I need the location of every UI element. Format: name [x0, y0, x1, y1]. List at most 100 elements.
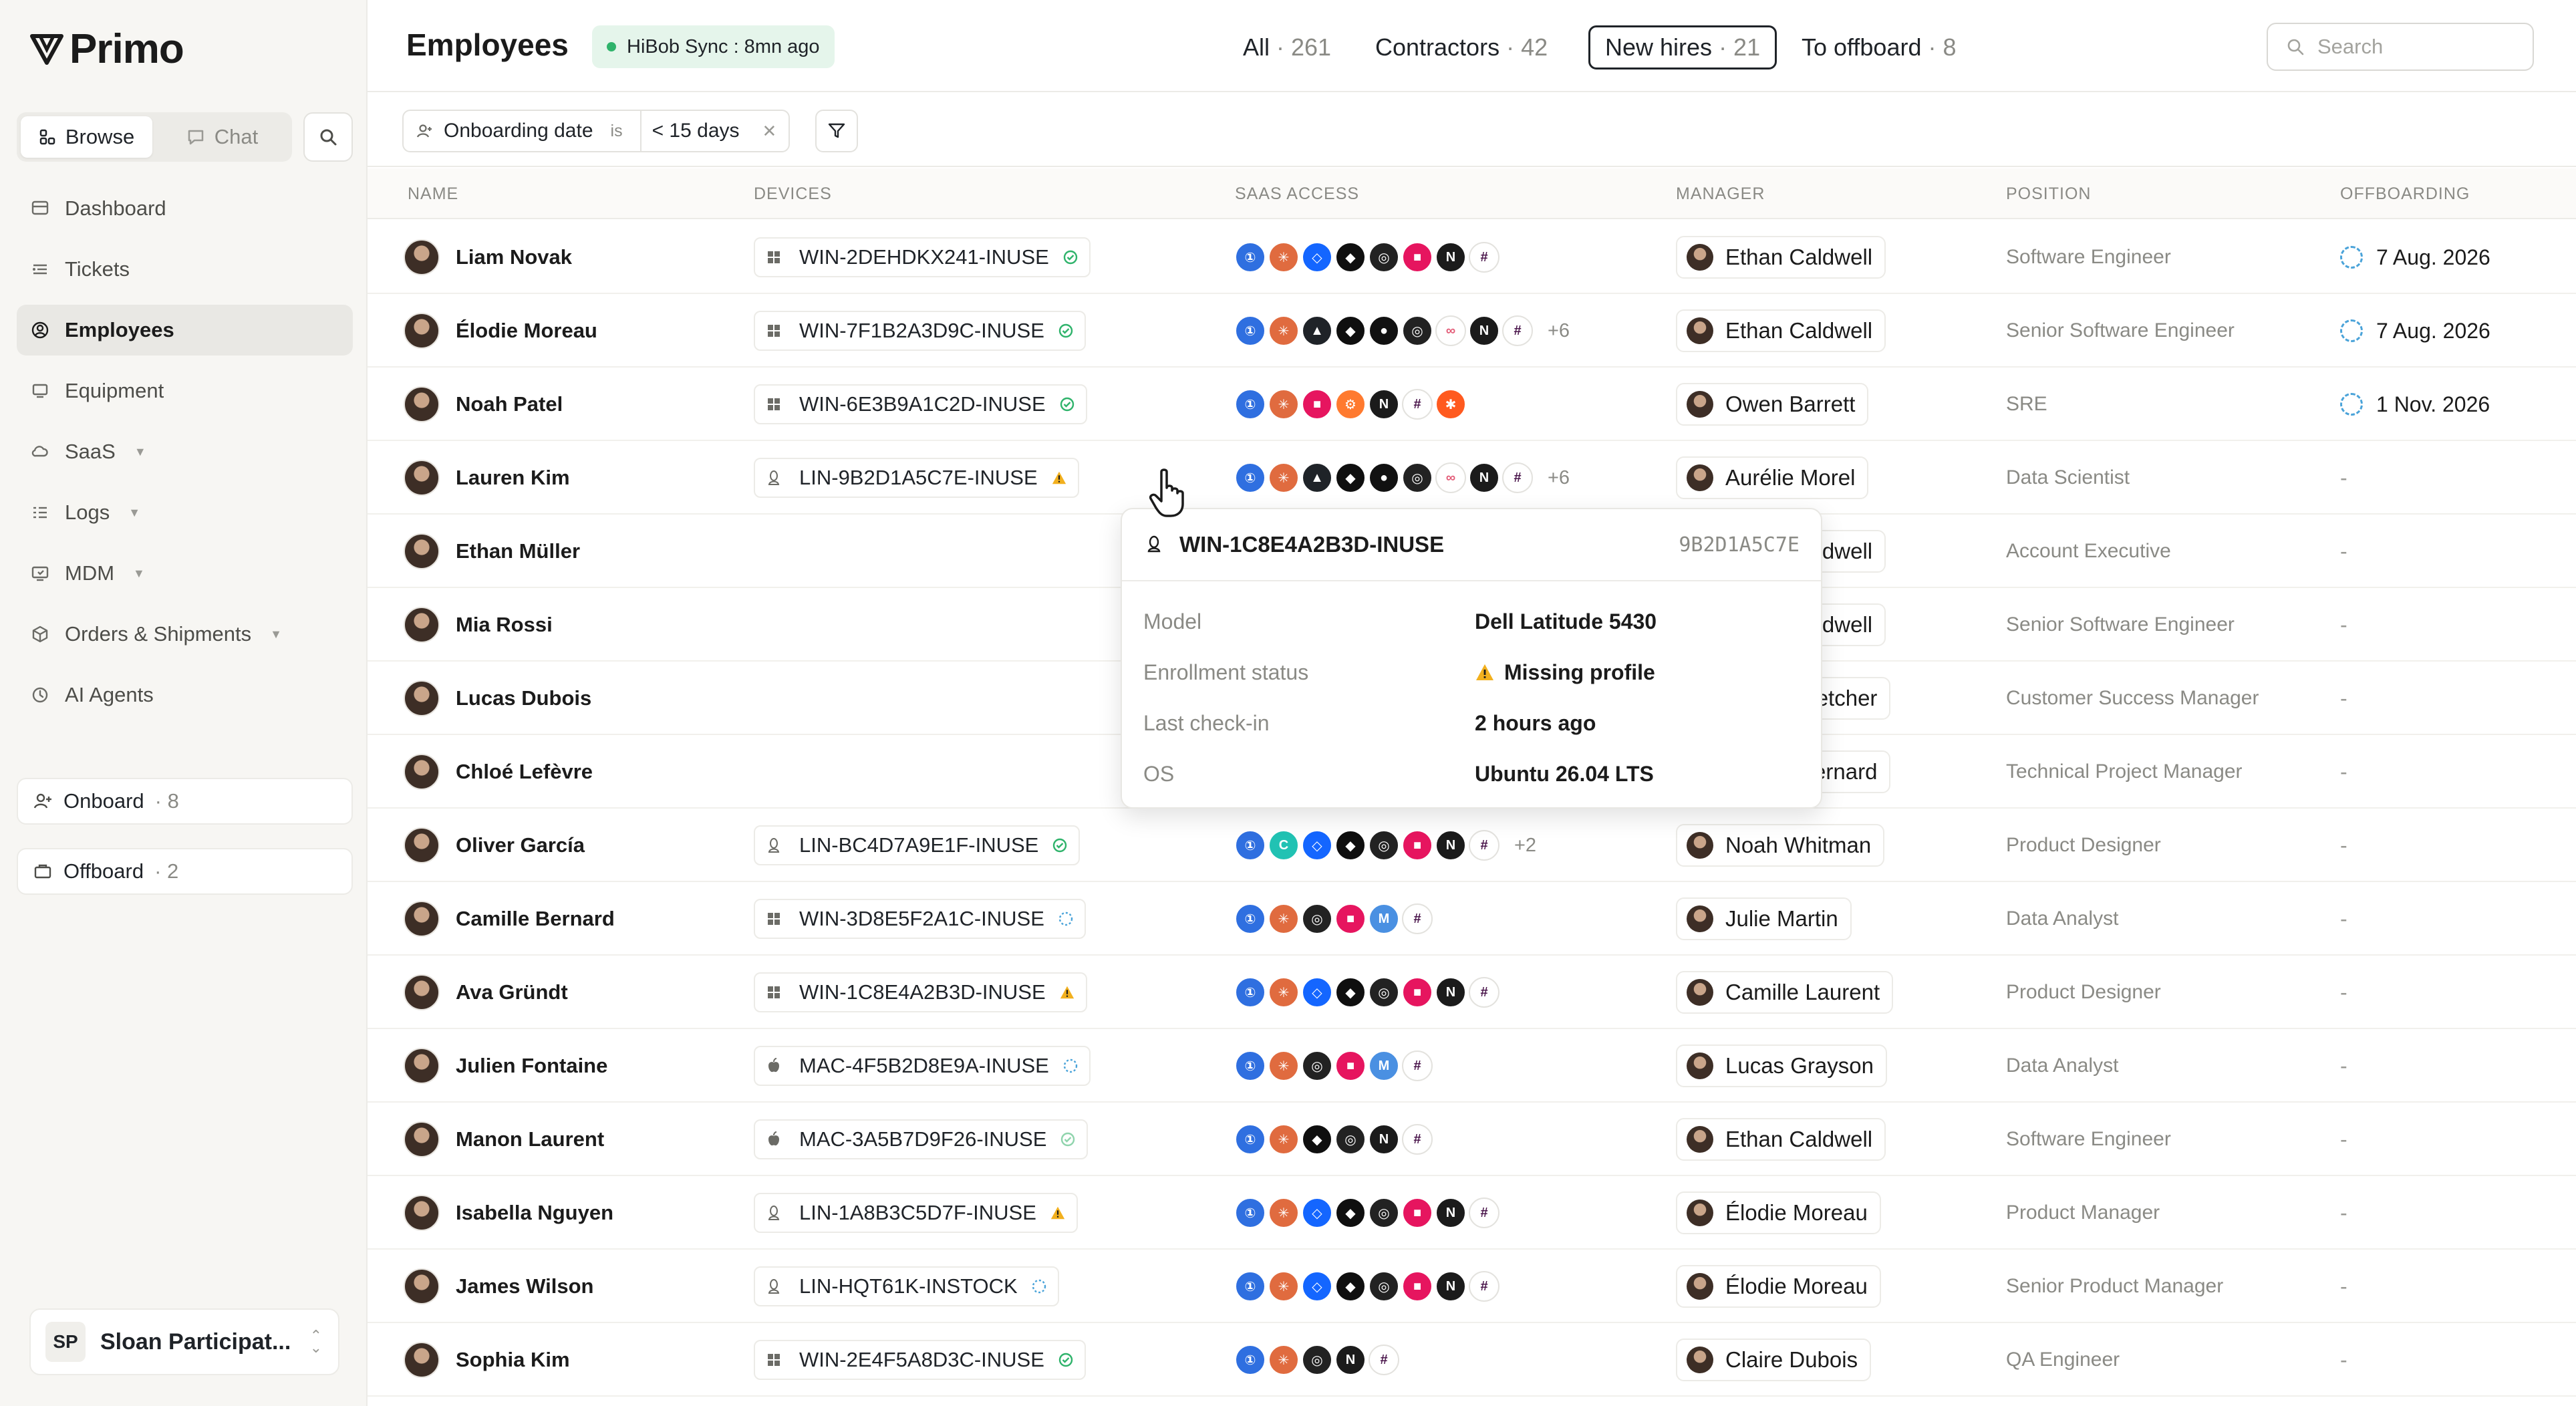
column-header-devices[interactable]: DEVICES	[754, 184, 832, 204]
manager-chip[interactable]: Ethan Caldwell	[1676, 236, 1886, 279]
saas-linear-icon[interactable]: ◎	[1369, 1271, 1399, 1302]
saas-claude-icon[interactable]: ✳	[1268, 1271, 1299, 1302]
saas-figma-icon[interactable]: ◆	[1335, 462, 1366, 493]
manager-chip[interactable]: Claire Dubois	[1676, 1339, 1872, 1381]
name-cell[interactable]: Oliver García	[404, 809, 585, 882]
saas-claude-icon[interactable]: ✳	[1268, 315, 1299, 346]
saas-more-count[interactable]: +6	[1548, 320, 1570, 342]
sidebar-item-dashboard[interactable]: Dashboard	[17, 183, 353, 234]
manager-chip[interactable]: Julie Martin	[1676, 897, 1852, 940]
saas-stripe-icon[interactable]: ▲	[1302, 462, 1332, 493]
saas-github-icon[interactable]: ●	[1369, 462, 1399, 493]
manager-chip[interactable]: Aurélie Morel	[1676, 456, 1869, 499]
saas-github-icon[interactable]: ●	[1369, 315, 1399, 346]
filter-operator[interactable]: is	[611, 122, 623, 141]
saas-1p-icon[interactable]: ①	[1235, 315, 1266, 346]
saas-miro-icon[interactable]: M	[1369, 1050, 1399, 1081]
saas-figma-icon[interactable]: ◆	[1302, 1124, 1332, 1155]
saas-claude-icon[interactable]: ✳	[1268, 977, 1299, 1008]
saas-notion-icon[interactable]: N	[1469, 315, 1499, 346]
saas-notion-icon[interactable]: N	[1435, 1198, 1466, 1228]
saas-more-count[interactable]: +2	[1514, 835, 1536, 857]
saas-1p-icon[interactable]: ①	[1235, 462, 1266, 493]
table-row[interactable]: Ava Gründt WIN-1C8E4A2B3D-INUSE ① ✳ ◇ ◆ ◎ ■ N #…	[368, 956, 2576, 1029]
saas-amplitude-icon[interactable]: ∞	[1435, 462, 1466, 493]
saas-notion-icon[interactable]: N	[1435, 242, 1466, 273]
name-cell[interactable]: Lucas Dubois	[404, 662, 591, 735]
saas-1p-icon[interactable]: ①	[1235, 1271, 1266, 1302]
saas-dropbox-icon[interactable]: ◇	[1302, 1198, 1332, 1228]
saas-slack-icon[interactable]: #	[1502, 462, 1533, 493]
saas-claude-icon[interactable]: ✳	[1268, 1345, 1299, 1375]
saas-notion-icon[interactable]: N	[1435, 1271, 1466, 1302]
saas-slack-icon[interactable]: #	[1469, 242, 1499, 273]
manager-chip[interactable]: Camille Laurent	[1676, 971, 1894, 1014]
filter-value[interactable]: < 15 days	[652, 120, 740, 142]
saas-figma-icon[interactable]: ◆	[1335, 1271, 1366, 1302]
manager-chip[interactable]: Élodie Moreau	[1676, 1191, 1881, 1234]
manager-chip[interactable]: Owen Barrett	[1676, 383, 1869, 426]
column-header-name[interactable]: NAME	[408, 184, 458, 204]
saas-linear-icon[interactable]: ◎	[1402, 315, 1433, 346]
saas-slack-icon[interactable]: #	[1402, 903, 1433, 934]
tab-new-hires[interactable]: New hires · 21	[1588, 25, 1777, 69]
manager-chip[interactable]: Noah Whitman	[1676, 824, 1885, 867]
saas-figma-icon[interactable]: ◆	[1335, 315, 1366, 346]
offboard-button[interactable]: Offboard · 2	[17, 848, 353, 895]
saas-figma-icon[interactable]: ◆	[1335, 1198, 1366, 1228]
name-cell[interactable]: Isabella Nguyen	[404, 1176, 613, 1250]
saas-linear-icon[interactable]: ◎	[1369, 242, 1399, 273]
table-row[interactable]: Élodie Moreau WIN-7F1B2A3D9C-INUSE ① ✳ ▲ ◆ ●…	[368, 294, 2576, 368]
device-chip[interactable]: WIN-1C8E4A2B3D-INUSE	[754, 972, 1087, 1012]
column-header-manager[interactable]: MANAGER	[1676, 184, 1765, 204]
saas-figma-icon[interactable]: ◆	[1335, 830, 1366, 861]
saas-1p-icon[interactable]: ①	[1235, 1345, 1266, 1375]
saas-slack-icon[interactable]: #	[1469, 1198, 1499, 1228]
saas-claude-icon[interactable]: ✳	[1268, 1050, 1299, 1081]
sidebar-item-ai-agents[interactable]: AI Agents	[17, 670, 353, 720]
device-chip[interactable]: MAC-3A5B7D9F26-INUSE	[754, 1119, 1089, 1159]
saas-more-count[interactable]: +6	[1548, 467, 1570, 489]
name-cell[interactable]: Élodie Moreau	[404, 294, 597, 368]
saas-notion-icon[interactable]: N	[1369, 1124, 1399, 1155]
saas-1p-icon[interactable]: ①	[1235, 242, 1266, 273]
table-row[interactable]: Camille Bernard WIN-3D8E5F2A1C-INUSE ① ✳ ◎…	[368, 882, 2576, 956]
sync-status-badge[interactable]: HiBob Sync : 8mn ago	[592, 25, 835, 68]
sidebar-item-orders[interactable]: Orders & Shipments ▼	[17, 609, 353, 660]
manager-chip[interactable]: Ethan Caldwell	[1676, 1118, 1886, 1161]
column-header-offboarding[interactable]: OFFBOARDING	[2340, 184, 2470, 204]
table-row[interactable]: Lauren Kim LIN-9B2D1A5C7E-INUSE ① ✳ ▲ ◆ ● ◎ ∞ N…	[368, 441, 2576, 515]
column-header-saas-access[interactable]: SAAS ACCESS	[1235, 184, 1359, 204]
logo[interactable]: Primo	[29, 25, 184, 73]
saas-notion-icon[interactable]: N	[1335, 1345, 1366, 1375]
saas-slack-icon[interactable]: #	[1469, 830, 1499, 861]
sidebar-item-equipment[interactable]: Equipment	[17, 366, 353, 416]
device-chip[interactable]: LIN-HQT61K-INSTOCK	[754, 1266, 1059, 1306]
device-chip[interactable]: LIN-9B2D1A5C7E-INUSE	[754, 458, 1079, 498]
device-chip[interactable]: WIN-2E4F5A8D3C-INUSE	[754, 1340, 1086, 1380]
saas-make-icon[interactable]: ■	[1402, 242, 1433, 273]
saas-make-icon[interactable]: ■	[1335, 903, 1366, 934]
saas-canva-icon[interactable]: C	[1268, 830, 1299, 861]
saas-hubspot-icon[interactable]: ⚙	[1335, 389, 1366, 420]
manager-chip[interactable]: Élodie Moreau	[1676, 1265, 1881, 1308]
device-chip[interactable]: WIN-2DEHDKX241-INUSE	[754, 237, 1091, 277]
saas-make-icon[interactable]: ■	[1302, 389, 1332, 420]
device-chip[interactable]: WIN-3D8E5F2A1C-INUSE	[754, 899, 1086, 939]
saas-stripe-icon[interactable]: ▲	[1302, 315, 1332, 346]
name-cell[interactable]: Liam Novak	[404, 221, 572, 294]
saas-claude-icon[interactable]: ✳	[1268, 903, 1299, 934]
table-row[interactable]: Manon Laurent MAC-3A5B7D9F26-INUSE ① ✳ ◆ ◎ N…	[368, 1103, 2576, 1176]
name-cell[interactable]: James Wilson	[404, 1250, 593, 1323]
device-chip[interactable]: MAC-4F5B2D8E9A-INUSE	[754, 1046, 1091, 1086]
device-chip[interactable]: WIN-7F1B2A3D9C-INUSE	[754, 311, 1086, 351]
saas-slack-icon[interactable]: #	[1402, 389, 1433, 420]
saas-linear-icon[interactable]: ◎	[1302, 1345, 1332, 1375]
saas-claude-icon[interactable]: ✳	[1268, 1198, 1299, 1228]
saas-claude-icon[interactable]: ✳	[1268, 462, 1299, 493]
saas-make-icon[interactable]: ■	[1335, 1050, 1366, 1081]
tab-to-offboard[interactable]: To offboard · 8	[1787, 25, 1971, 69]
saas-slack-icon[interactable]: #	[1502, 315, 1533, 346]
table-row[interactable]: Liam Novak WIN-2DEHDKX241-INUSE ① ✳ ◇ ◆ ◎ ■ N #…	[368, 221, 2576, 294]
name-cell[interactable]: Mia Rossi	[404, 588, 553, 662]
